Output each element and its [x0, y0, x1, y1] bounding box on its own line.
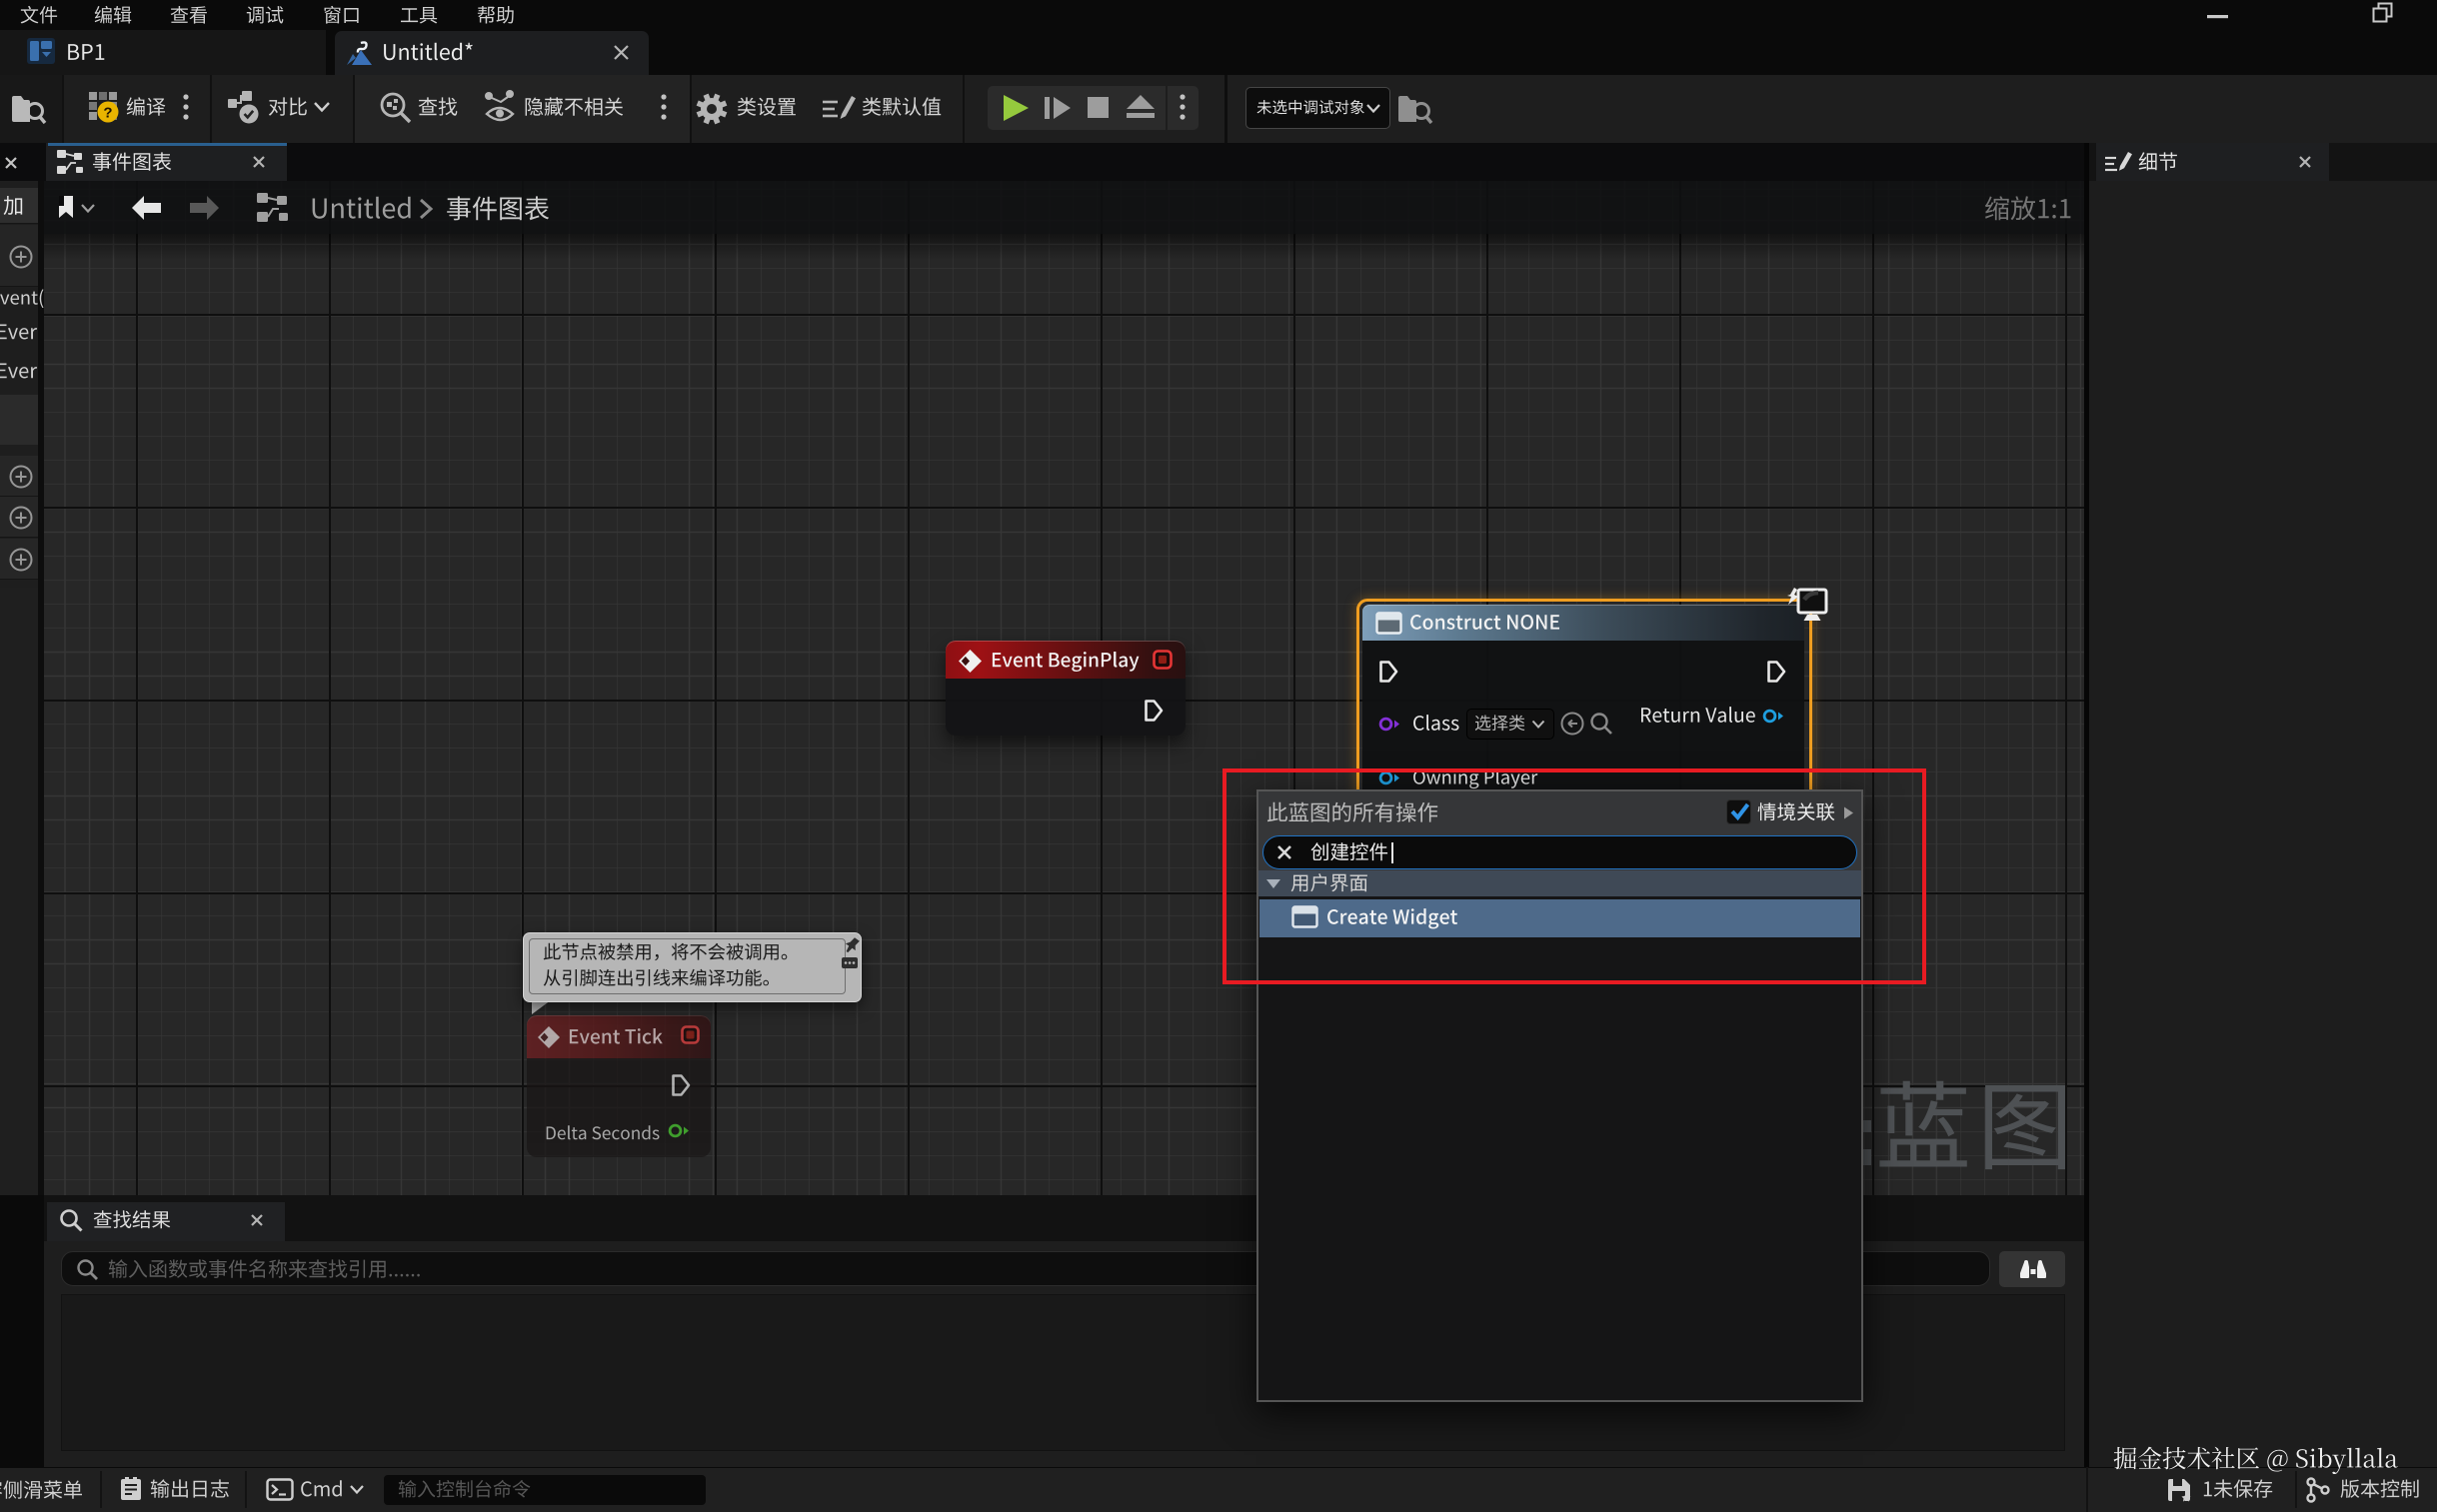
svg-text:?: ?	[103, 105, 112, 122]
